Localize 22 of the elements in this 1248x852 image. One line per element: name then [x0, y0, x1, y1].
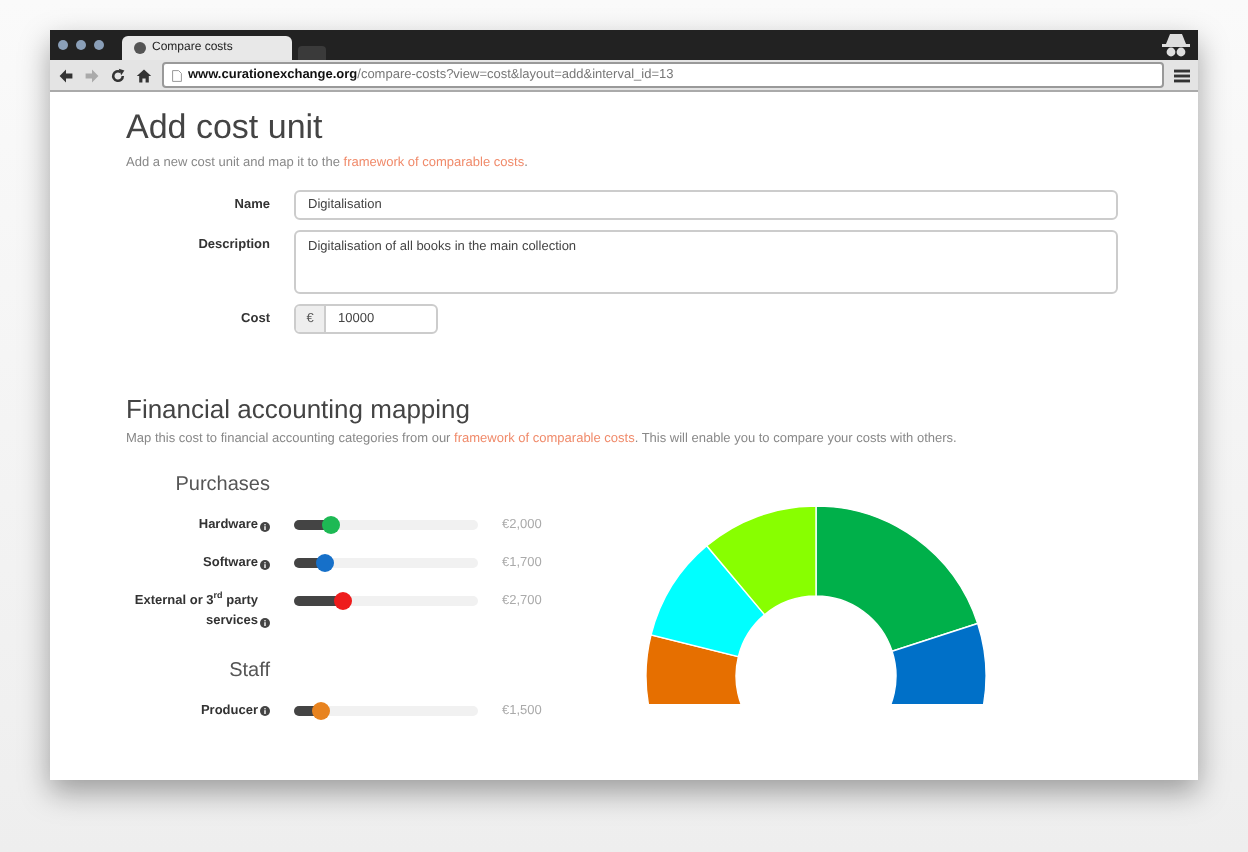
menu-icon[interactable] — [1174, 67, 1190, 83]
info-icon[interactable] — [260, 559, 270, 570]
page-icon — [172, 69, 182, 81]
back-icon[interactable] — [58, 67, 74, 83]
slider-thumb[interactable] — [321, 516, 340, 534]
page-title: Add cost unit — [126, 108, 325, 148]
slider-thumb[interactable] — [316, 554, 335, 572]
slider-track[interactable] — [294, 520, 478, 530]
section-title: Financial accounting mapping — [126, 394, 472, 424]
info-icon[interactable] — [260, 617, 270, 627]
slider-track[interactable] — [294, 558, 478, 568]
slider-track[interactable] — [294, 705, 478, 715]
reload-icon[interactable] — [110, 67, 126, 83]
home-icon[interactable] — [136, 67, 152, 83]
group-title: Purchases — [173, 474, 270, 496]
slider-thumb[interactable] — [334, 592, 353, 610]
group-title: Staff — [227, 659, 270, 681]
slider-thumb[interactable] — [312, 701, 331, 719]
info-icon[interactable] — [260, 706, 270, 717]
incognito-icon — [1162, 32, 1190, 58]
info-icon[interactable] — [260, 521, 270, 532]
slider-track[interactable] — [294, 596, 478, 606]
